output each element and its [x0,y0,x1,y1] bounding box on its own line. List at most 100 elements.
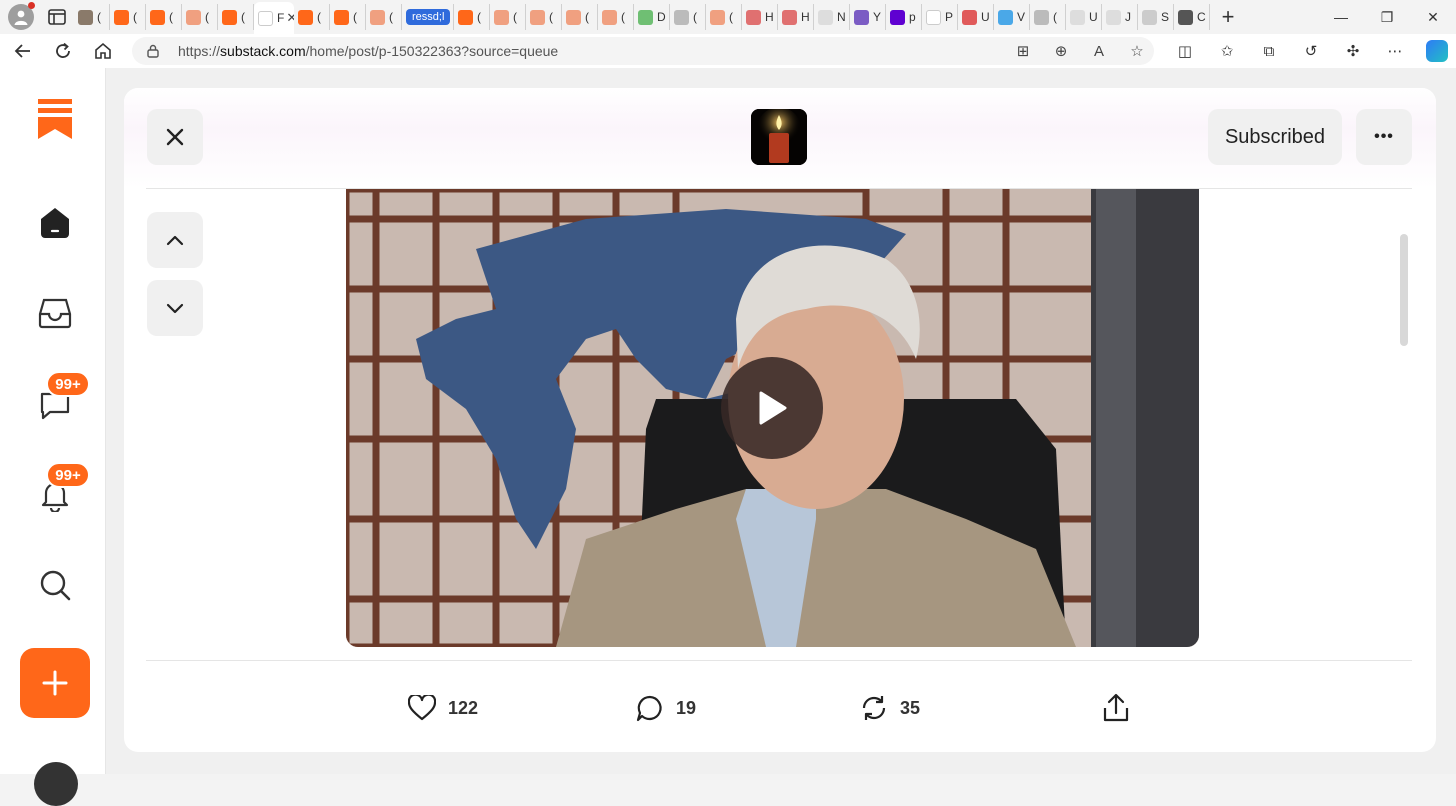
tab-favicon-icon [566,9,581,25]
profile-icon[interactable] [8,2,35,30]
extension-icon[interactable]: ✣ [1342,42,1364,60]
lock-icon[interactable] [146,44,160,58]
browser-tab[interactable]: ( [330,4,366,30]
browser-tab[interactable]: D [634,4,670,30]
browser-tab[interactable]: ( [294,4,330,30]
browser-tab[interactable]: Y [850,4,886,30]
browser-tab[interactable]: N [814,4,850,30]
close-post-button[interactable] [147,109,203,165]
new-tab-button[interactable]: + [1214,4,1242,30]
video-player[interactable] [346,189,1199,647]
tab-title: V [1017,10,1026,24]
tab-favicon-icon [1034,9,1049,25]
search-nav-button[interactable] [36,566,74,604]
previous-post-button[interactable] [147,212,203,268]
inbox-nav-button[interactable] [36,294,74,332]
minimize-button[interactable]: — [1318,9,1364,25]
tab-favicon-icon [674,9,689,25]
browser-tab[interactable]: ( [1030,4,1066,30]
tab-title: ( [621,10,625,24]
browser-tab[interactable]: ( [598,4,634,30]
browser-tab[interactable]: ( [110,4,146,30]
browser-tab[interactable]: H [778,4,814,30]
browser-tab[interactable]: V [994,4,1030,30]
browser-tab[interactable]: P [922,4,958,30]
tab-title: H [801,10,810,24]
close-tab-icon[interactable]: ✕ [286,10,294,26]
tab-title: Y [873,10,882,24]
browser-tab[interactable]: ( [562,4,598,30]
comment-button[interactable]: 19 [636,680,696,736]
refresh-icon [56,42,70,58]
search-icon [40,570,71,601]
browser-tab[interactable]: ( [490,4,526,30]
copilot-icon[interactable] [1426,40,1448,62]
scrollbar-thumb[interactable] [1400,234,1408,346]
url-host: substack.com [220,43,306,59]
tab-favicon-icon [854,9,869,25]
more-tools-icon[interactable]: ⋯ [1384,42,1406,60]
history-icon[interactable]: ↺ [1300,42,1322,60]
tab-title: ( [693,10,697,24]
restack-icon [862,696,886,720]
refresh-button[interactable] [46,36,80,66]
tab-title: H [765,10,774,24]
tab-favicon-icon [782,9,797,25]
compose-button[interactable] [20,648,90,718]
read-aloud-icon[interactable]: A [1090,43,1108,60]
chat-unread-badge: 99+ [46,371,90,397]
browser-tab[interactable]: H [742,4,778,30]
publication-logo[interactable] [751,109,807,165]
restack-button[interactable]: 35 [860,680,920,736]
browser-tab[interactable]: ( [182,4,218,30]
browser-extensions: ◫ ✩ ⧉ ↺ ✣ ⋯ [1174,40,1448,62]
address-bar[interactable]: https://substack.com/home/post/p-1503223… [132,37,1154,65]
browser-tab[interactable]: ( [454,4,490,30]
more-options-button[interactable]: ••• [1356,109,1412,165]
share-button[interactable] [1102,680,1130,736]
split-screen-icon[interactable]: ◫ [1174,42,1196,60]
browser-tab[interactable]: C [1174,4,1210,30]
browser-tab[interactable]: ( [146,4,182,30]
play-button[interactable] [721,357,823,459]
url-text[interactable]: https://substack.com/home/post/p-1503223… [178,43,558,59]
restack-count: 35 [900,697,921,718]
favorite-star-icon[interactable]: ☆ [1128,42,1146,60]
browser-tab[interactable]: ( [526,4,562,30]
apps-icon[interactable]: ⊞ [1014,42,1032,60]
like-button[interactable]: 122 [408,680,478,736]
more-icon: ••• [1374,128,1394,145]
browser-tab[interactable]: U [958,4,994,30]
tab-title: U [981,10,990,24]
tab-favicon-icon [334,9,349,25]
browser-tab[interactable]: ( [670,4,706,30]
browser-tab[interactable]: ( [366,4,402,30]
browser-tab[interactable]: U [1066,4,1102,30]
back-button[interactable] [6,36,40,66]
user-avatar[interactable] [34,762,78,806]
zoom-icon[interactable]: ⊕ [1052,42,1070,60]
favorites-icon[interactable]: ✩ [1216,42,1238,60]
substack-page: 99+ 99+ Subscribed ••• 122 19 35 [0,68,1456,806]
tab-actions-icon[interactable] [44,6,70,28]
browser-tab[interactable]: S [1138,4,1174,30]
tab-favicon-icon [370,9,385,25]
browser-tab[interactable]: p [886,4,922,30]
substack-logo-icon[interactable] [37,98,73,140]
next-post-button[interactable] [147,280,203,336]
browser-tab[interactable]: ( [706,4,742,30]
home-icon [95,42,111,59]
close-window-button[interactable]: ✕ [1410,9,1456,26]
browser-tab[interactable]: ( [74,4,110,30]
browser-tab[interactable]: ( [218,4,254,30]
subscribed-button[interactable]: Subscribed [1208,109,1342,165]
home-button[interactable] [86,36,120,66]
close-icon [166,128,184,146]
home-nav-button[interactable] [36,204,74,242]
browser-tab-active[interactable]: F ✕ [254,2,294,34]
restore-button[interactable]: ❐ [1364,9,1410,26]
browser-tab[interactable]: ressd;l [402,4,454,30]
browser-tab[interactable]: J [1102,4,1138,30]
tab-favicon-icon [298,9,313,25]
collections-icon[interactable]: ⧉ [1258,43,1280,60]
